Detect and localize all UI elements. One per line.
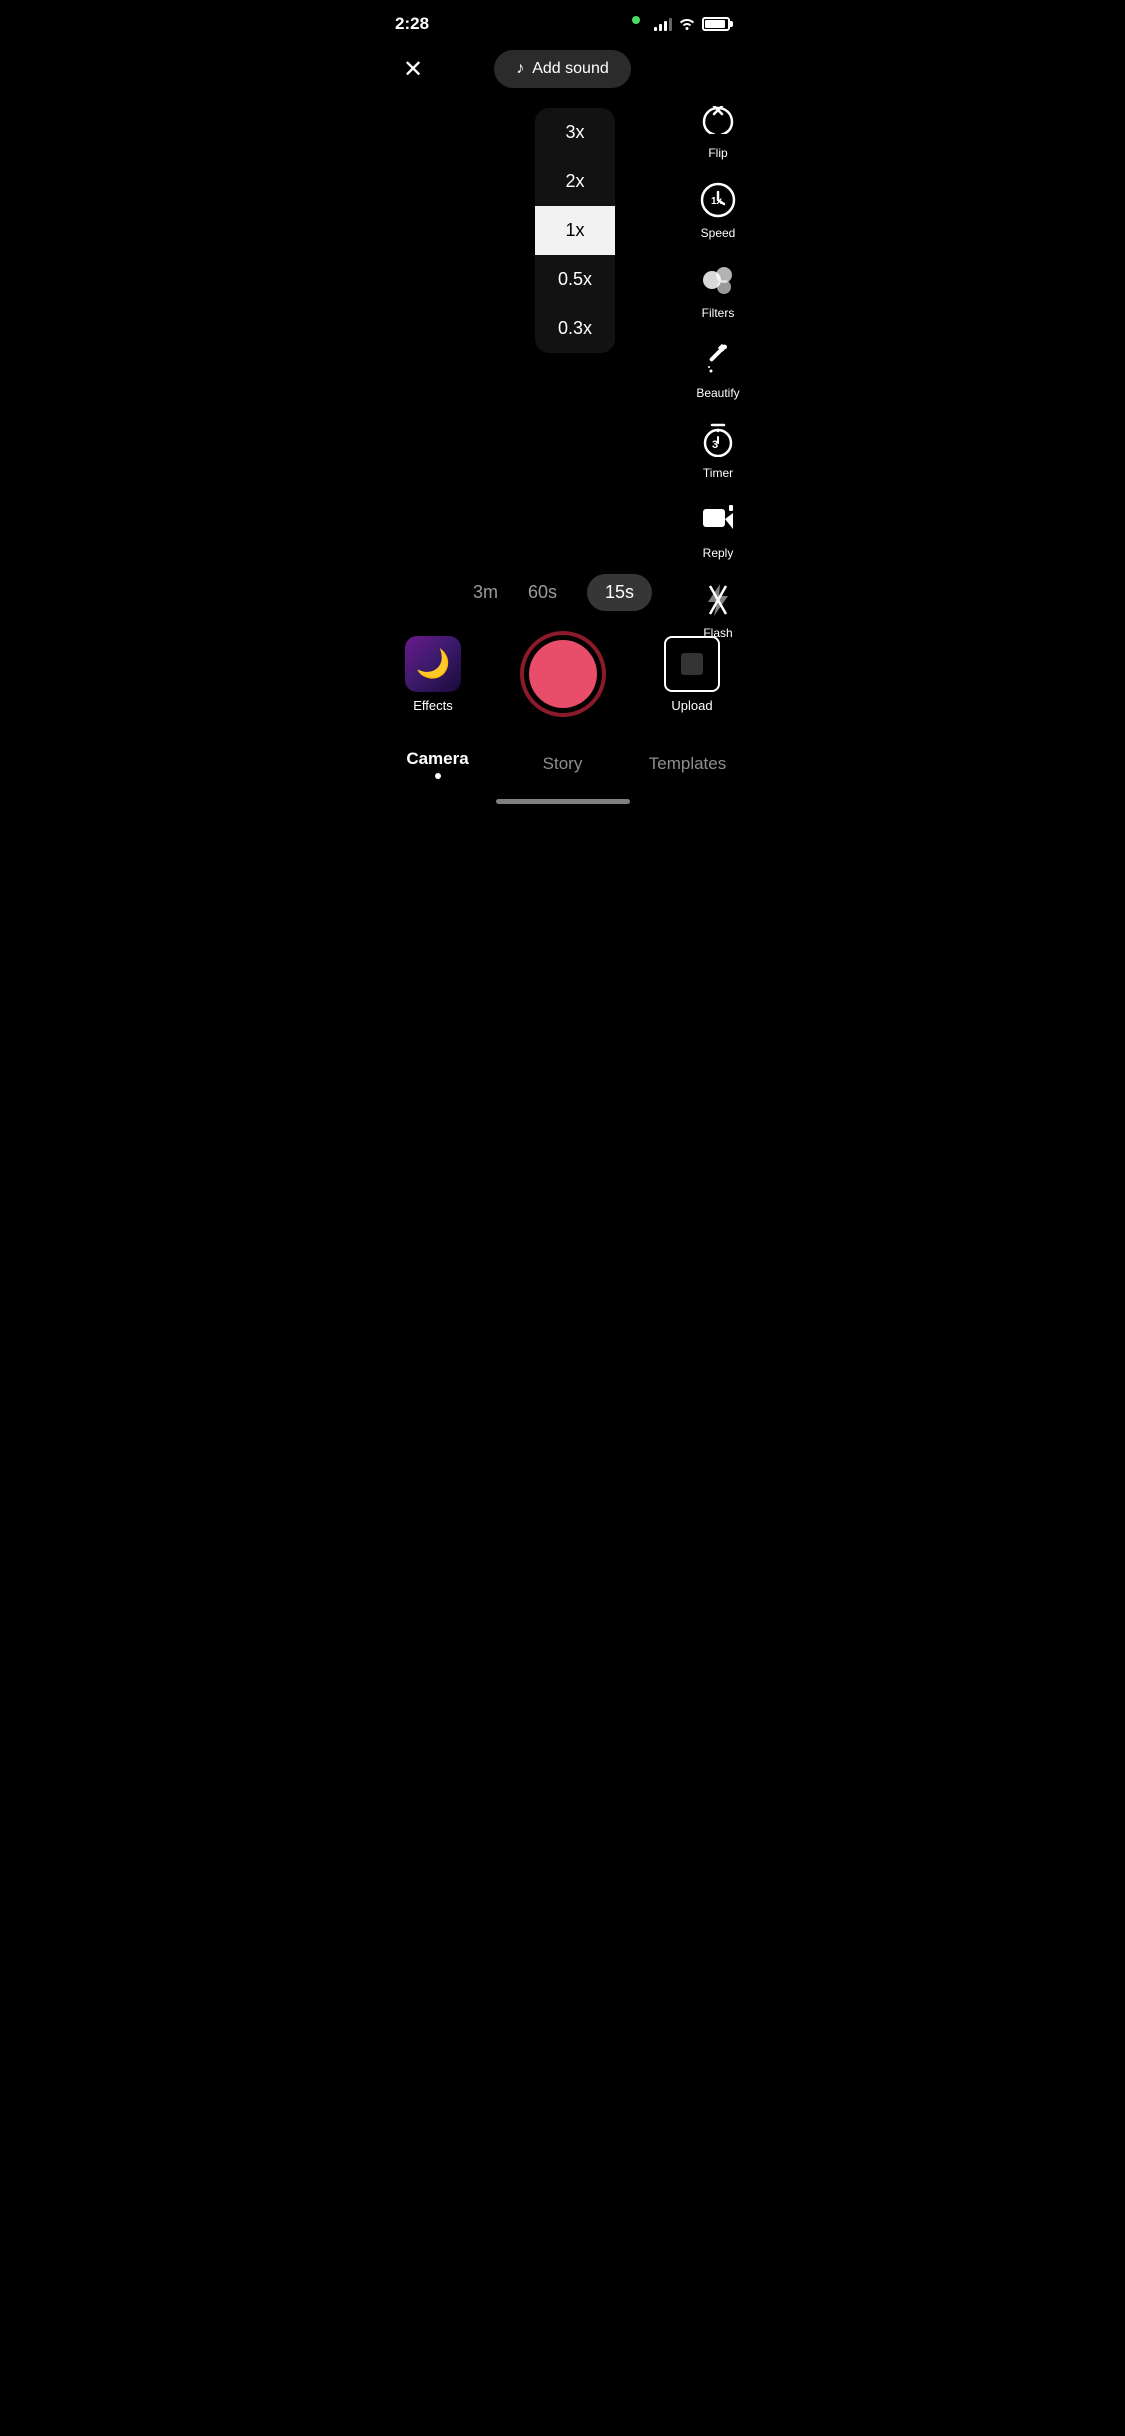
beautify-label: Beautify <box>696 386 739 400</box>
tab-bar: Camera Story Templates <box>375 737 750 793</box>
add-sound-label: Add sound <box>532 60 609 78</box>
add-sound-button[interactable]: ♪ Add sound <box>494 50 631 88</box>
beautify-icon <box>696 338 740 382</box>
close-button[interactable]: ✕ <box>395 51 431 87</box>
timer-icon: 3 <box>696 418 740 462</box>
reply-label: Reply <box>703 546 734 560</box>
speed-selector: 3x 2x 1x 0.5x 0.3x <box>535 108 615 353</box>
duration-15s-button[interactable]: 15s <box>587 574 652 611</box>
right-controls: Flip 1x Speed Filters <box>696 98 740 640</box>
signal-icon <box>654 17 672 31</box>
speed-option-3x[interactable]: 3x <box>535 108 615 157</box>
time-display: 2:28 <box>395 14 429 34</box>
speed-control[interactable]: 1x Speed <box>696 178 740 240</box>
duration-60s-button[interactable]: 60s <box>528 582 557 603</box>
effects-thumbnail: 🌙 <box>405 636 461 692</box>
effects-thumb-emoji: 🌙 <box>405 636 461 692</box>
music-note-icon: ♪ <box>516 60 524 78</box>
flip-control[interactable]: Flip <box>696 98 740 160</box>
battery-icon <box>702 17 730 31</box>
filters-label: Filters <box>702 306 735 320</box>
filters-control[interactable]: Filters <box>696 258 740 320</box>
tab-templates-label: Templates <box>649 754 726 773</box>
tab-camera-dot <box>435 773 441 779</box>
tab-camera[interactable]: Camera <box>375 749 500 787</box>
speed-label: Speed <box>701 226 736 240</box>
bottom-section: 3m 60s 15s 🌙 Effects Upload Camera <box>375 574 750 812</box>
record-button-inner <box>529 640 597 708</box>
effects-label: Effects <box>413 698 453 713</box>
tab-camera-label: Camera <box>406 749 468 768</box>
beautify-control[interactable]: Beautify <box>696 338 740 400</box>
svg-text:1x: 1x <box>711 196 723 207</box>
duration-3m-button[interactable]: 3m <box>473 582 498 603</box>
tab-templates[interactable]: Templates <box>625 754 750 782</box>
upload-icon <box>664 636 720 692</box>
tab-story[interactable]: Story <box>500 754 625 782</box>
reply-control[interactable]: Reply <box>696 498 740 560</box>
speed-option-03x[interactable]: 0.3x <box>535 304 615 353</box>
speed-option-1x[interactable]: 1x <box>535 206 615 255</box>
speed-icon: 1x <box>696 178 740 222</box>
top-bar: ✕ ♪ Add sound <box>375 40 750 98</box>
record-button[interactable] <box>520 631 606 717</box>
camera-action-row: 🌙 Effects Upload <box>375 631 750 717</box>
upload-icon-inner <box>681 653 703 675</box>
reply-icon <box>696 498 740 542</box>
green-dot-indicator <box>632 16 640 24</box>
home-indicator <box>496 799 630 804</box>
timer-label: Timer <box>703 466 733 480</box>
tab-story-label: Story <box>543 754 583 773</box>
status-bar: 2:28 <box>375 0 750 40</box>
status-icons <box>654 16 730 33</box>
flip-icon <box>696 98 740 142</box>
filters-icon <box>696 258 740 302</box>
speed-option-2x[interactable]: 2x <box>535 157 615 206</box>
upload-button[interactable]: Upload <box>664 636 720 713</box>
battery-fill <box>705 20 725 28</box>
upload-label: Upload <box>671 698 712 713</box>
wifi-icon <box>678 16 696 33</box>
effects-button[interactable]: 🌙 Effects <box>405 636 461 713</box>
speed-option-05x[interactable]: 0.5x <box>535 255 615 304</box>
duration-row: 3m 60s 15s <box>375 574 750 611</box>
flip-label: Flip <box>708 146 727 160</box>
timer-control[interactable]: 3 Timer <box>696 418 740 480</box>
close-icon: ✕ <box>403 55 423 84</box>
